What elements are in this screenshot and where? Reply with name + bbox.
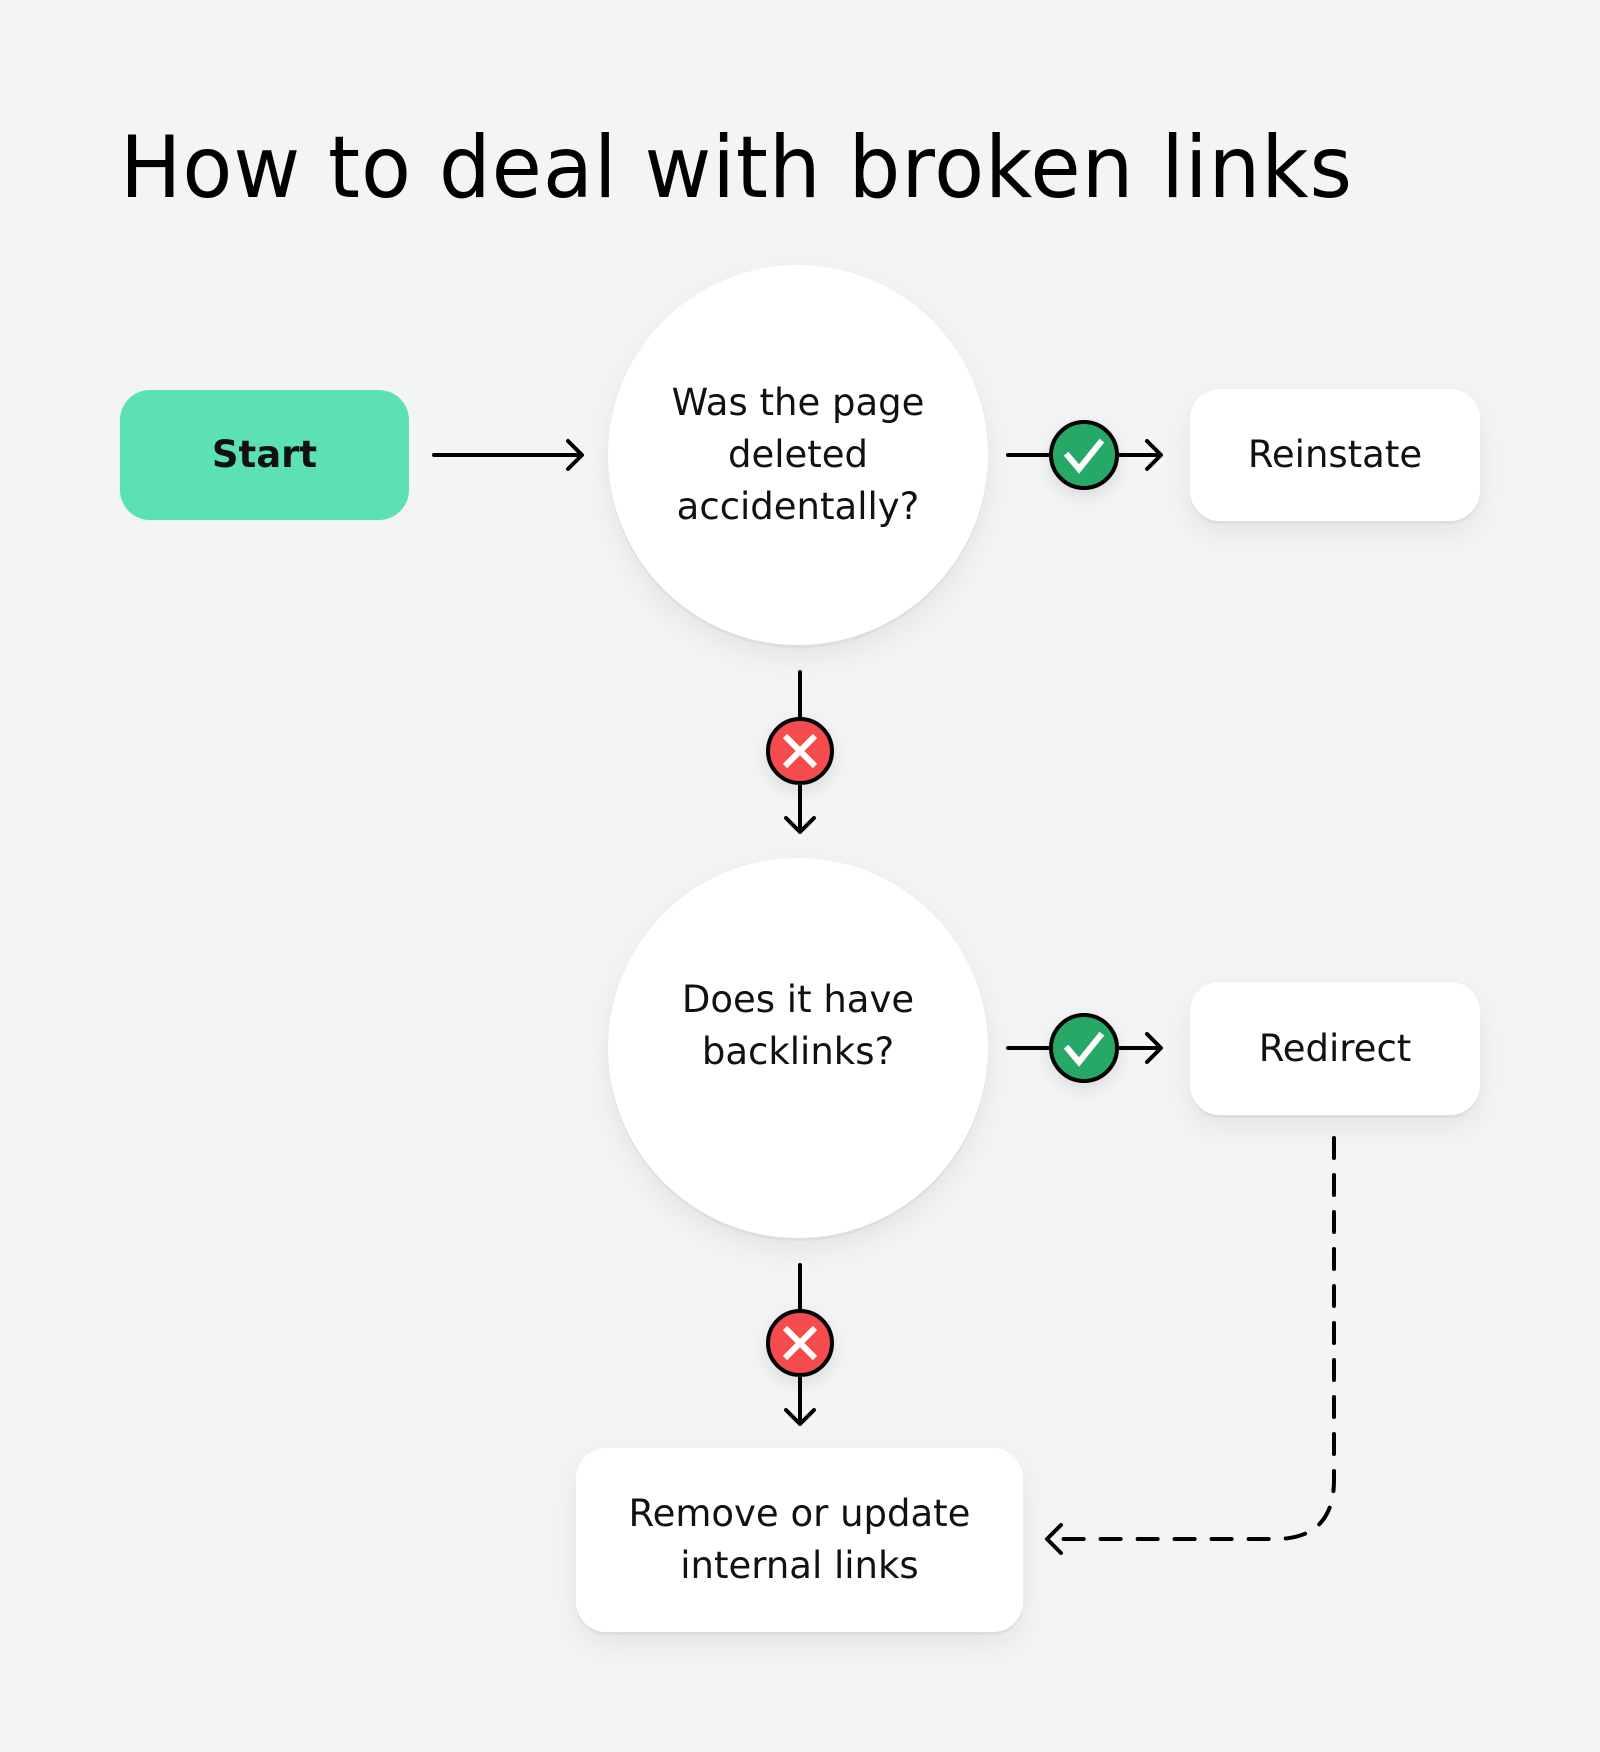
check-icon xyxy=(1049,1013,1119,1083)
arrow-start-to-question-1 xyxy=(432,439,584,471)
arrow-question-2-to-redirect xyxy=(1006,1032,1163,1064)
yes-badge xyxy=(1049,420,1119,490)
dashed-arrow-redirect-to-remove xyxy=(1045,1136,1336,1555)
question-1-label: Was the page deleted accidentally? xyxy=(671,381,925,528)
start-label: Start xyxy=(211,433,318,476)
redirect-label: Redirect xyxy=(1258,1026,1412,1070)
start-node[interactable]: Start xyxy=(120,390,409,520)
question-node-has-backlinks[interactable]: Does it have backlinks? xyxy=(608,858,988,1238)
question-2-label: Does it have backlinks? xyxy=(681,978,915,1073)
question-node-page-deleted[interactable]: Was the page deleted accidentally? xyxy=(608,265,988,645)
remove-update-links-node[interactable]: Remove or update internal links xyxy=(576,1448,1023,1632)
reinstate-label: Reinstate xyxy=(1247,433,1423,476)
cross-icon xyxy=(766,717,834,785)
no-badge xyxy=(766,717,834,785)
arrow-question-2-to-remove xyxy=(784,1263,816,1426)
check-icon xyxy=(1049,420,1119,490)
yes-badge xyxy=(1049,1013,1119,1083)
reinstate-node[interactable]: Reinstate xyxy=(1190,389,1480,521)
cross-icon xyxy=(766,1309,834,1377)
redirect-node[interactable]: Redirect xyxy=(1190,982,1480,1115)
arrow-question-1-to-question-2 xyxy=(784,670,816,834)
arrow-question-1-to-reinstate xyxy=(1006,439,1163,471)
page-title: How to deal with broken links xyxy=(120,118,1354,218)
remove-label: Remove or update internal links xyxy=(628,1492,971,1587)
no-badge xyxy=(766,1309,834,1377)
